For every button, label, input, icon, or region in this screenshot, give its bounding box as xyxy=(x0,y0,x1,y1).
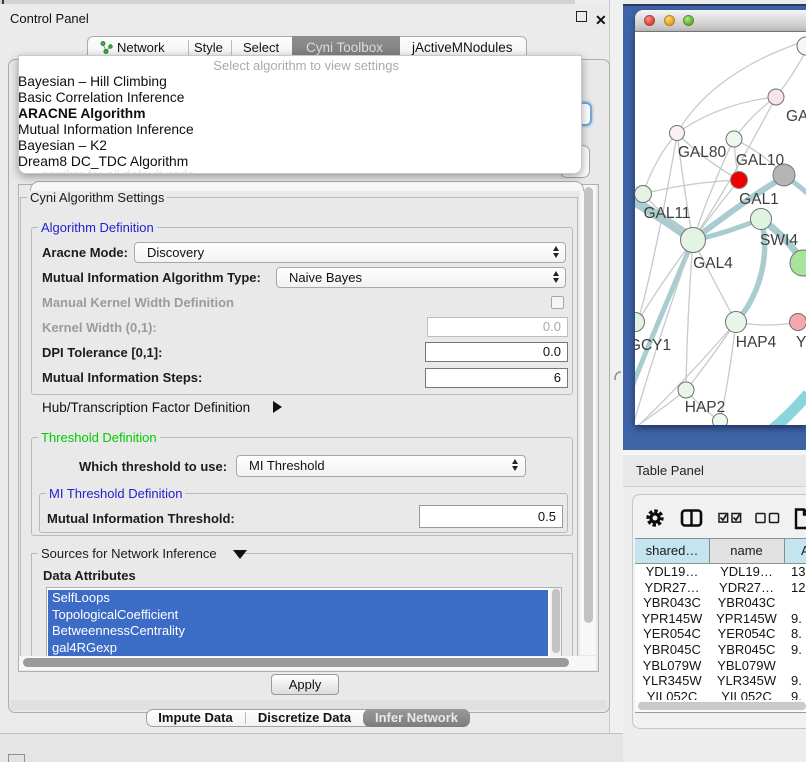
svg-text:GAL10: GAL10 xyxy=(736,152,785,169)
svg-text:GAL4: GAL4 xyxy=(693,255,733,272)
svg-text:GAL1: GAL1 xyxy=(739,191,779,208)
svg-text:HAP4: HAP4 xyxy=(736,334,777,351)
svg-text:GAL: GAL xyxy=(786,108,806,125)
svg-text:HAP2: HAP2 xyxy=(685,399,726,416)
svg-text:GAL11: GAL11 xyxy=(643,205,690,222)
svg-text:SWI4: SWI4 xyxy=(760,232,798,249)
svg-text:GCY1: GCY1 xyxy=(635,337,671,354)
svg-text:GAL80: GAL80 xyxy=(678,144,727,161)
svg-text:YL: YL xyxy=(796,334,806,351)
